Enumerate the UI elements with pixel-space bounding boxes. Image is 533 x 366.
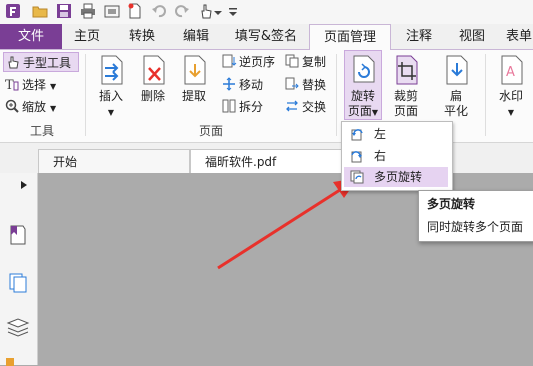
rotate-left-icon <box>350 127 364 141</box>
tooltip-title: 多页旋转 <box>427 197 476 211</box>
annotation-arrow-icon <box>217 178 358 270</box>
menu-item-rotate-right[interactable]: 右 <box>344 146 448 166</box>
menu-item-rotate-left[interactable]: 左 <box>344 124 448 144</box>
menu-item-multi-page-rotate[interactable]: 多页旋转 <box>344 167 448 187</box>
menu-item-label: 右 <box>374 149 387 163</box>
menu-item-label: 多页旋转 <box>374 170 423 184</box>
rotate-right-icon <box>350 149 364 163</box>
menu-item-label: 左 <box>374 127 387 141</box>
rotate-dropdown-menu: 左 右 多页旋转 <box>341 121 453 191</box>
tooltip-description: 同时旋转多个页面 <box>427 220 524 234</box>
multi-page-rotate-icon <box>350 170 364 184</box>
tooltip: 多页旋转 同时旋转多个页面 <box>418 190 533 242</box>
